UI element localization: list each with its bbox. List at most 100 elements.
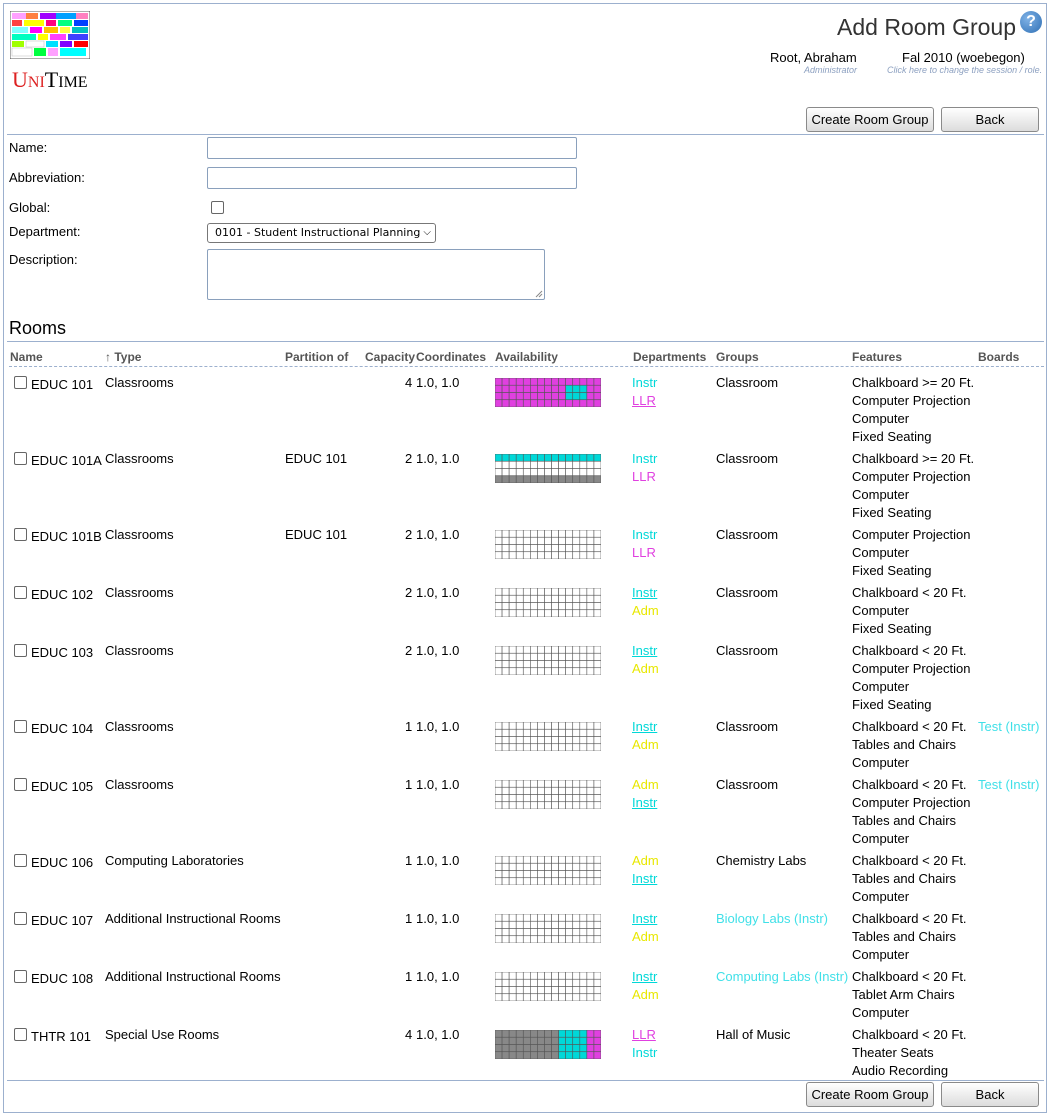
room-department[interactable]: Adm [632,660,659,678]
room-coordinates: 1.0, 1.0 [416,1027,460,1042]
room-department[interactable]: Adm [632,986,659,1004]
back-button-bottom[interactable]: Back [941,1082,1039,1107]
room-department[interactable]: Adm [632,776,659,794]
room-feature: Computer [852,411,910,426]
room-select-checkbox[interactable] [14,586,27,599]
department-select[interactable]: 0101 - Student Instructional Planning ⌵ [207,223,436,243]
room-availability-grid[interactable] [494,1029,602,1062]
room-department[interactable]: Instr [632,910,657,928]
name-label: Name: [9,140,48,155]
room-feature: Chalkboard < 20 Ft. [852,969,967,984]
room-department[interactable]: LLR [632,392,656,410]
room-department[interactable]: Instr [632,870,657,888]
session-name[interactable]: Fal 2010 (woebegon) [902,50,1025,65]
room-availability-grid[interactable] [494,855,602,888]
col-header-groups[interactable]: Groups [716,350,759,364]
room-board[interactable]: Test (Instr) [978,776,1039,794]
room-department[interactable]: Instr [632,450,657,468]
session-hint[interactable]: Click here to change the session / role. [887,65,1042,75]
room-department[interactable]: Adm [632,928,659,946]
room-department[interactable]: Adm [632,602,659,620]
room-group: Classroom [716,643,779,658]
room-department[interactable]: Instr [632,718,657,736]
room-select-checkbox[interactable] [14,778,27,791]
col-header-capacity[interactable]: Capacity [365,350,415,364]
room-select-checkbox[interactable] [14,376,27,389]
room-select-checkbox[interactable] [14,854,27,867]
room-name[interactable]: EDUC 104 [31,720,93,738]
room-department[interactable]: LLR [632,1026,656,1044]
col-header-features[interactable]: Features [852,350,902,364]
room-select-checkbox[interactable] [14,970,27,983]
room-department[interactable]: Adm [632,736,659,754]
room-name[interactable]: EDUC 103 [31,644,93,662]
col-header-availability[interactable]: Availability [495,350,558,364]
department-select-value: 0101 - Student Instructional Planning [215,226,421,239]
col-header-departments[interactable]: Departments [633,350,706,364]
room-department[interactable]: LLR [632,544,656,562]
room-department[interactable]: Instr [632,1044,657,1062]
room-coordinates: 1.0, 1.0 [416,451,460,466]
room-group[interactable]: Biology Labs (Instr) [716,910,828,928]
room-name[interactable]: EDUC 102 [31,586,93,604]
room-name[interactable]: EDUC 106 [31,854,93,872]
room-availability-grid[interactable] [494,721,602,754]
user-name[interactable]: Root, Abraham [770,50,857,65]
col-header-type[interactable]: ↑ Type [105,350,141,364]
room-availability-grid[interactable] [494,529,602,562]
help-icon[interactable]: ? [1020,11,1042,33]
room-name[interactable]: EDUC 101B [31,528,102,546]
global-checkbox[interactable] [211,201,224,214]
description-textarea[interactable] [207,249,545,300]
create-room-group-button-bottom[interactable]: Create Room Group [806,1082,934,1107]
room-name[interactable]: EDUC 107 [31,912,93,930]
col-header-coordinates[interactable]: Coordinates [416,350,486,364]
room-capacity: 4 [405,1027,413,1042]
room-group[interactable]: Computing Labs (Instr) [716,968,848,986]
room-capacity: 1 [405,777,413,792]
col-header-partition[interactable]: Partition of [285,350,348,364]
col-header-name[interactable]: Name [10,350,43,364]
room-availability-grid[interactable] [494,453,602,486]
room-availability-grid[interactable] [494,377,602,410]
room-name[interactable]: EDUC 101A [31,452,102,470]
room-select-checkbox[interactable] [14,644,27,657]
room-department[interactable]: Instr [632,642,657,660]
room-type: Classrooms [105,585,174,600]
room-department[interactable]: Instr [632,526,657,544]
room-feature: Tables and Chairs [852,871,957,886]
unitime-logo[interactable]: UNITIME [10,11,92,93]
room-select-checkbox[interactable] [14,528,27,541]
room-name[interactable]: EDUC 101 [31,376,93,394]
back-button-label: Back [975,112,1005,127]
col-header-boards[interactable]: Boards [978,350,1019,364]
room-board[interactable]: Test (Instr) [978,718,1039,736]
create-room-group-button[interactable]: Create Room Group [806,107,934,132]
room-select-checkbox[interactable] [14,1028,27,1041]
room-availability-grid[interactable] [494,913,602,946]
room-availability-grid[interactable] [494,645,602,678]
room-availability-grid[interactable] [494,779,602,812]
name-input[interactable] [207,137,577,159]
back-button[interactable]: Back [941,107,1039,132]
room-name[interactable]: EDUC 108 [31,970,93,988]
resize-handle-icon[interactable] [535,290,543,298]
room-select-checkbox[interactable] [14,720,27,733]
room-availability-grid[interactable] [494,587,602,620]
room-department[interactable]: Instr [632,374,657,392]
global-label: Global: [9,200,51,215]
room-name[interactable]: EDUC 105 [31,778,93,796]
room-department[interactable]: LLR [632,468,656,486]
room-select-checkbox[interactable] [14,452,27,465]
room-department[interactable]: Instr [632,794,657,812]
room-department[interactable]: Adm [632,852,659,870]
room-coordinates: 1.0, 1.0 [416,527,460,542]
room-department[interactable]: Instr [632,584,657,602]
abbreviation-input[interactable] [207,167,577,189]
abbreviation-label: Abbreviation: [9,170,85,185]
room-select-checkbox[interactable] [14,912,27,925]
room-name[interactable]: THTR 101 [31,1028,91,1046]
room-department[interactable]: Instr [632,968,657,986]
room-availability-grid[interactable] [494,971,602,1004]
room-feature: Fixed Seating [852,429,932,444]
